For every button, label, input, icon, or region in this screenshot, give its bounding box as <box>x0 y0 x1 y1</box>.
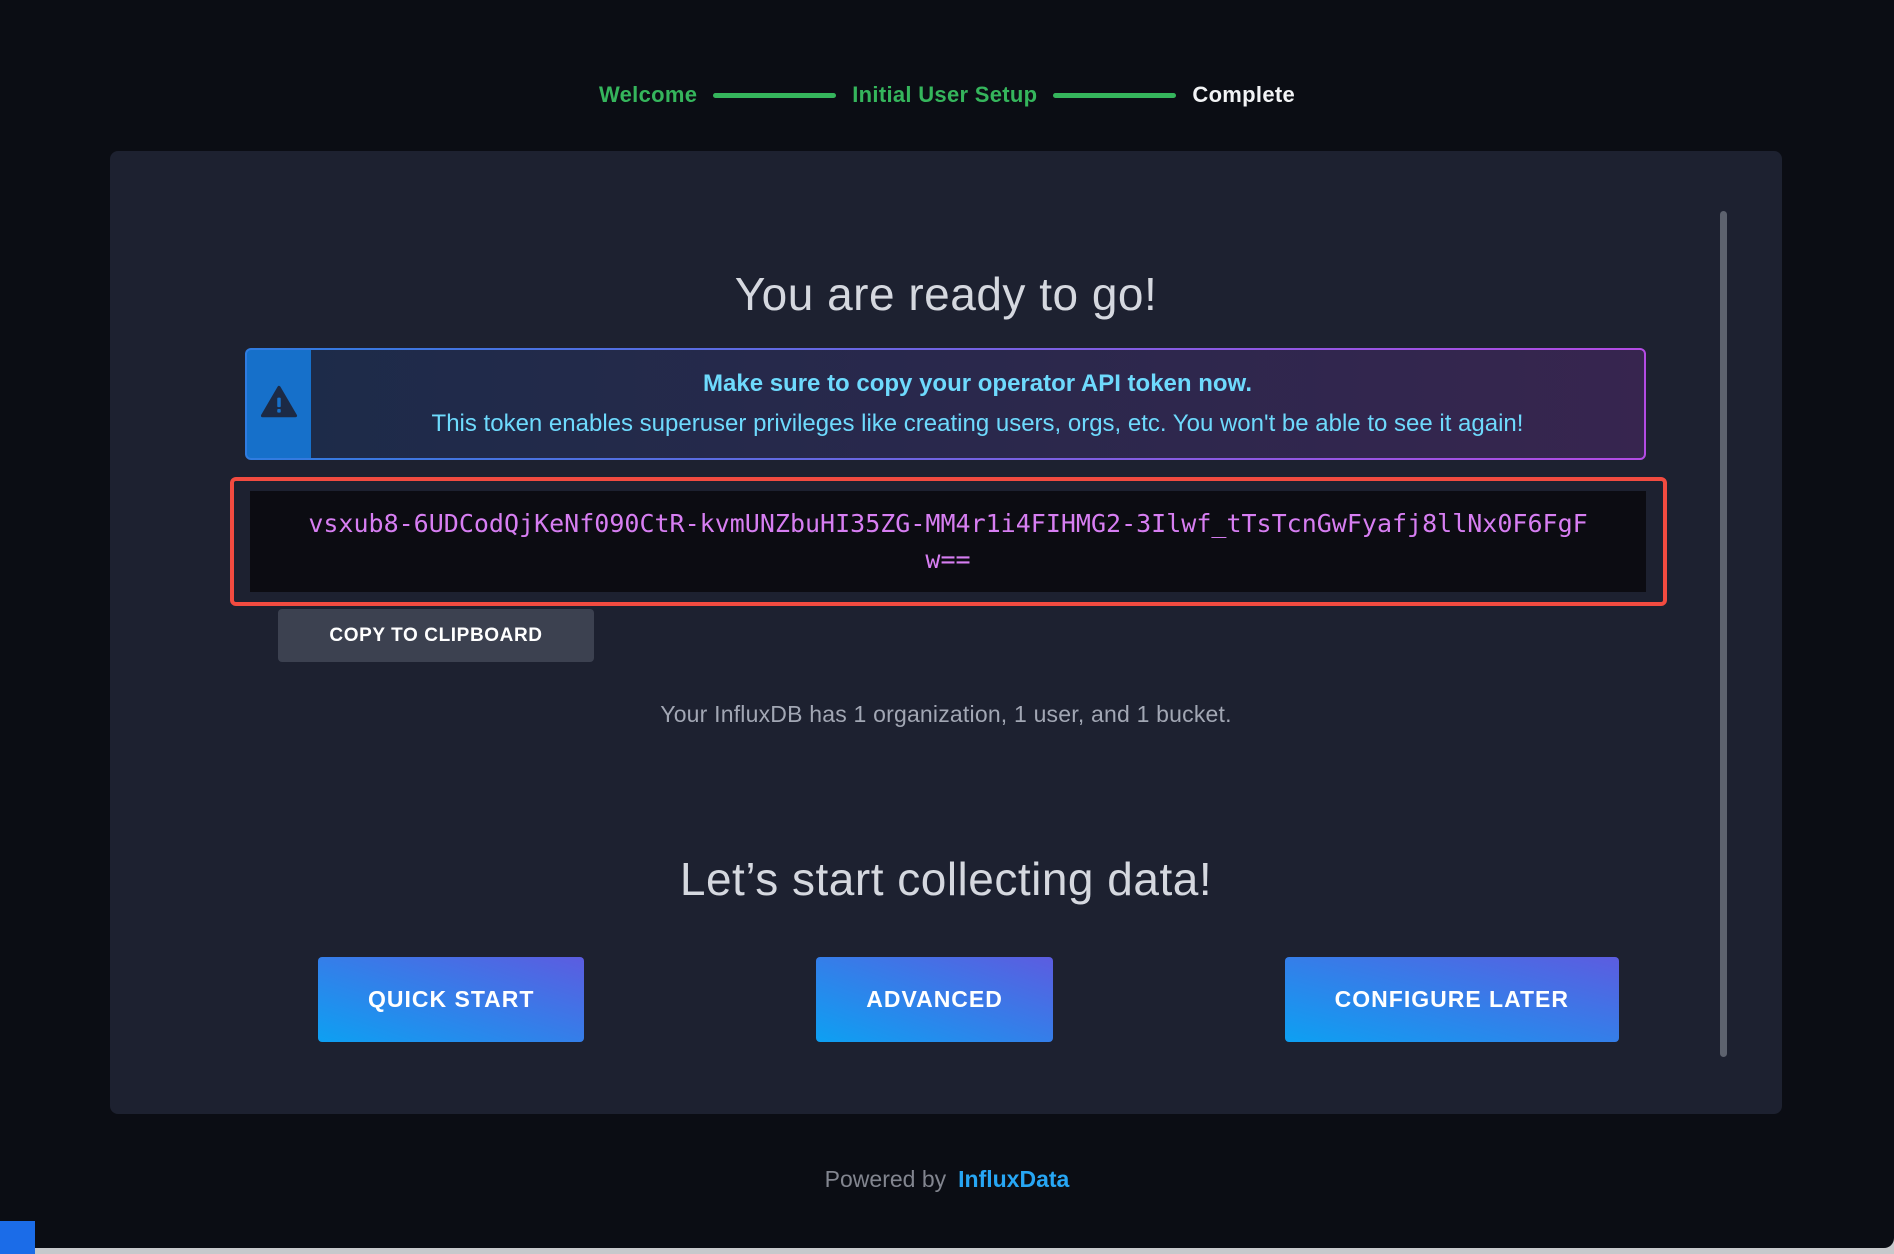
warning-banner: Make sure to copy your operator API toke… <box>245 348 1646 460</box>
warning-icon-cell <box>247 350 311 458</box>
advanced-button[interactable]: ADVANCED <box>816 957 1053 1042</box>
footer: Powered by InfluxData <box>0 1166 1894 1193</box>
warning-body: This token enables superuser privileges … <box>432 404 1524 444</box>
step-connector-line <box>1053 93 1176 98</box>
configure-later-button[interactable]: CONFIGURE LATER <box>1285 957 1619 1042</box>
page-title: You are ready to go! <box>110 151 1782 321</box>
step-initial-user-setup[interactable]: Initial User Setup <box>852 82 1037 108</box>
warning-title: Make sure to copy your operator API toke… <box>703 364 1252 404</box>
warning-banner-inner: Make sure to copy your operator API toke… <box>247 350 1644 458</box>
window-corner-accent <box>0 1221 35 1254</box>
warning-text-block: Make sure to copy your operator API toke… <box>311 350 1644 458</box>
copy-to-clipboard-button[interactable]: COPY TO CLIPBOARD <box>278 609 594 662</box>
api-token-value: vsxub8-6UDCodQjKeNf090CtR-kvmUNZbuHI35ZG… <box>250 506 1646 578</box>
cta-heading: Let’s start collecting data! <box>110 852 1782 906</box>
completion-panel: You are ready to go! Make sure <box>110 151 1782 1114</box>
setup-summary-text: Your InfluxDB has 1 organization, 1 user… <box>110 701 1782 728</box>
onboarding-page: Welcome Initial User Setup Complete You … <box>0 0 1894 1248</box>
screenshot-viewport: Welcome Initial User Setup Complete You … <box>0 0 1894 1254</box>
vertical-scrollbar[interactable] <box>1720 211 1727 1057</box>
powered-by-label: Powered by <box>825 1166 946 1192</box>
step-connector-line <box>713 93 836 98</box>
influxdata-brand-link[interactable]: InfluxData <box>958 1166 1069 1192</box>
onboarding-stepper: Welcome Initial User Setup Complete <box>0 82 1894 108</box>
step-complete[interactable]: Complete <box>1192 82 1295 108</box>
warning-triangle-icon <box>260 383 298 426</box>
quick-start-button[interactable]: QUICK START <box>318 957 584 1042</box>
step-welcome[interactable]: Welcome <box>599 82 697 108</box>
cta-button-row: QUICK START ADVANCED CONFIGURE LATER <box>318 957 1619 1042</box>
api-token-box: vsxub8-6UDCodQjKeNf090CtR-kvmUNZbuHI35ZG… <box>250 491 1646 592</box>
